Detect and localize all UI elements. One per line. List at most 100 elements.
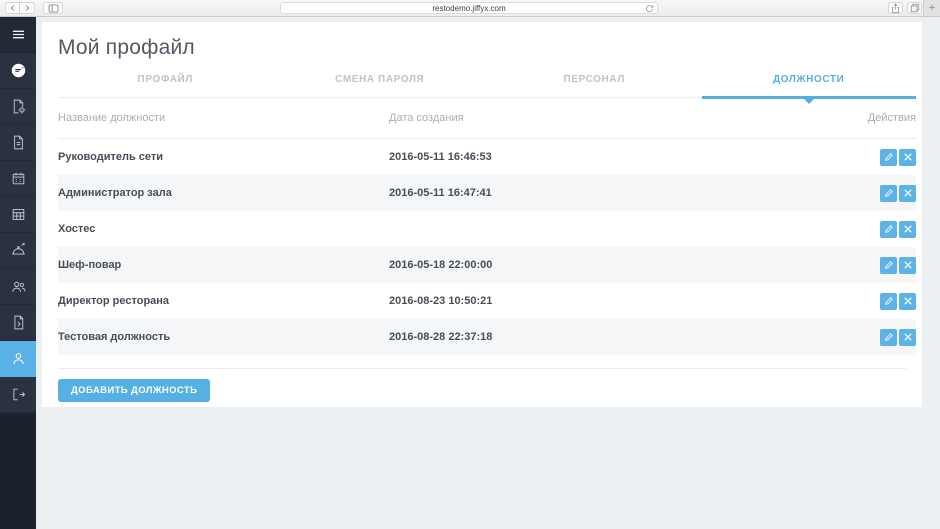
new-tab-button[interactable]: + — [923, 0, 940, 16]
sidebar-toggle-button[interactable] — [43, 2, 63, 14]
back-button[interactable] — [5, 2, 20, 14]
logout-icon — [10, 386, 27, 403]
row-actions — [826, 329, 916, 346]
delete-button[interactable] — [899, 185, 916, 202]
sidebar-item-file-arrow[interactable] — [0, 305, 36, 341]
position-created-date: 2016-08-28 22:37:18 — [389, 331, 826, 343]
delete-button[interactable] — [899, 329, 916, 346]
tab-overview-button[interactable] — [907, 2, 922, 14]
file-icon — [10, 134, 27, 151]
sidebar-item-menu[interactable] — [0, 17, 36, 53]
edit-button[interactable] — [880, 149, 897, 166]
header-date-created: Дата создания — [389, 112, 826, 124]
table-row: Администратор зала2016-05-11 16:47:41 — [58, 175, 916, 211]
profile-tabs: ПРОФАЙЛ СМЕНА ПАРОЛЯ ПЕРСОНАЛ ДОЛЖНОСТИ — [58, 68, 916, 98]
position-name: Администратор зала — [58, 187, 389, 199]
tab-profile[interactable]: ПРОФАЙЛ — [58, 68, 273, 97]
file-arrow-icon — [10, 314, 27, 331]
sidebar-item-file[interactable] — [0, 125, 36, 161]
table-row: Тестовая должность2016-08-28 22:37:18 — [58, 319, 916, 355]
pencil-icon — [884, 224, 894, 234]
chevron-left-icon — [9, 4, 17, 12]
table-row: Шеф-повар2016-05-18 22:00:00 — [58, 247, 916, 283]
header-position-name: Название должности — [58, 112, 389, 124]
position-name: Шеф-повар — [58, 259, 389, 271]
delete-button[interactable] — [899, 149, 916, 166]
profile-card: Мой профайл ПРОФАЙЛ СМЕНА ПАРОЛЯ ПЕРСОНА… — [42, 22, 922, 407]
row-actions — [826, 257, 916, 274]
position-created-date: 2016-08-23 10:50:21 — [389, 295, 826, 307]
position-created-date: 2016-05-11 16:46:53 — [389, 151, 826, 163]
grid-icon — [10, 206, 27, 223]
close-icon — [903, 260, 913, 270]
position-name: Тестовая должность — [58, 331, 389, 343]
pencil-icon — [884, 332, 894, 342]
reload-icon — [645, 4, 654, 13]
sidebar-panel-icon — [48, 4, 59, 13]
position-name: Руководитель сети — [58, 151, 389, 163]
tab-change-password[interactable]: СМЕНА ПАРОЛЯ — [273, 68, 488, 97]
close-icon — [903, 152, 913, 162]
delete-button[interactable] — [899, 257, 916, 274]
main-area: Мой профайл ПРОФАЙЛ СМЕНА ПАРОЛЯ ПЕРСОНА… — [36, 17, 940, 529]
edit-button[interactable] — [880, 221, 897, 238]
edit-button[interactable] — [880, 329, 897, 346]
pencil-icon — [884, 152, 894, 162]
sidebar — [0, 17, 36, 529]
file-gear-icon — [10, 98, 27, 115]
app-frame: Мой профайл ПРОФАЙЛ СМЕНА ПАРОЛЯ ПЕРСОНА… — [0, 17, 940, 529]
url-text: restodemo.jiffyx.com — [432, 4, 505, 13]
reload-button[interactable] — [645, 4, 654, 15]
forward-button[interactable] — [20, 2, 35, 14]
table-row: Директор ресторана2016-08-23 10:50:21 — [58, 283, 916, 319]
plus-icon: + — [929, 2, 935, 14]
delete-button[interactable] — [899, 293, 916, 310]
tabs-icon — [910, 3, 920, 13]
sidebar-item-logo[interactable] — [0, 53, 36, 89]
sidebar-item-logout[interactable] — [0, 377, 36, 413]
tab-staff[interactable]: ПЕРСОНАЛ — [487, 68, 702, 97]
sidebar-item-users[interactable] — [0, 269, 36, 305]
close-icon — [903, 224, 913, 234]
position-created-date: 2016-05-18 22:00:00 — [389, 259, 826, 271]
header-actions: Действия — [826, 112, 916, 124]
users-icon — [10, 278, 27, 295]
user-icon — [10, 350, 27, 367]
sidebar-filler — [0, 413, 36, 529]
browser-chrome: restodemo.jiffyx.com + — [0, 0, 940, 17]
sidebar-item-calendar[interactable] — [0, 161, 36, 197]
edit-button[interactable] — [880, 185, 897, 202]
positions-table-body: Руководитель сети2016-05-11 16:46:53Адми… — [58, 139, 916, 355]
row-actions — [826, 221, 916, 238]
menu-icon — [10, 26, 27, 43]
row-actions — [826, 149, 916, 166]
add-position-button[interactable]: ДОБАВИТЬ ДОЛЖНОСТЬ — [58, 379, 210, 402]
position-created-date: 2016-05-11 16:47:41 — [389, 187, 826, 199]
pencil-icon — [884, 296, 894, 306]
edit-button[interactable] — [880, 257, 897, 274]
edit-button[interactable] — [880, 293, 897, 310]
delete-button[interactable] — [899, 221, 916, 238]
logo-icon — [10, 62, 27, 79]
close-icon — [903, 332, 913, 342]
table-bottom-divider — [58, 368, 906, 369]
page-title: Мой профайл — [58, 36, 916, 60]
calendar-icon — [10, 170, 27, 187]
row-actions — [826, 185, 916, 202]
cloche-icon — [10, 242, 27, 259]
pencil-icon — [884, 260, 894, 270]
position-name: Хостес — [58, 223, 389, 235]
share-button[interactable] — [888, 2, 903, 14]
position-name: Директор ресторана — [58, 295, 389, 307]
sidebar-item-user[interactable] — [0, 341, 36, 377]
sidebar-item-file-gear[interactable] — [0, 89, 36, 125]
tab-positions[interactable]: ДОЛЖНОСТИ — [702, 68, 917, 97]
sidebar-item-cloche[interactable] — [0, 233, 36, 269]
sidebar-item-grid[interactable] — [0, 197, 36, 233]
close-icon — [903, 296, 913, 306]
table-row: Хостес — [58, 211, 916, 247]
close-icon — [903, 188, 913, 198]
table-row: Руководитель сети2016-05-11 16:46:53 — [58, 139, 916, 175]
address-bar[interactable]: restodemo.jiffyx.com — [280, 2, 658, 14]
chevron-right-icon — [23, 4, 31, 12]
